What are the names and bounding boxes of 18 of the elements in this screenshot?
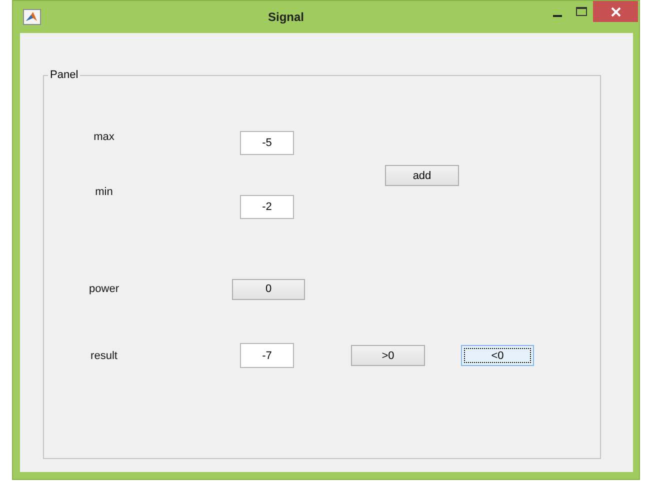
push-button[interactable]: >0	[351, 345, 425, 366]
input-field[interactable]: -7	[240, 343, 294, 368]
push-button[interactable]: add	[385, 165, 459, 186]
field-label: result	[90, 350, 118, 362]
minimize-icon	[552, 14, 562, 16]
panel-title: Panel	[49, 69, 80, 81]
field-label: power	[89, 283, 119, 295]
close-button[interactable]	[593, 1, 638, 22]
push-button[interactable]: <0	[461, 345, 534, 366]
input-field[interactable]: -2	[240, 195, 294, 219]
field-label: min	[95, 186, 113, 198]
input-field[interactable]: -5	[240, 131, 294, 155]
close-icon	[610, 6, 620, 16]
push-button[interactable]: 0	[232, 278, 305, 300]
field-label: max	[94, 131, 114, 143]
maximize-icon	[576, 6, 586, 16]
window-title: Signal	[268, 10, 304, 24]
app-icon	[23, 9, 41, 25]
